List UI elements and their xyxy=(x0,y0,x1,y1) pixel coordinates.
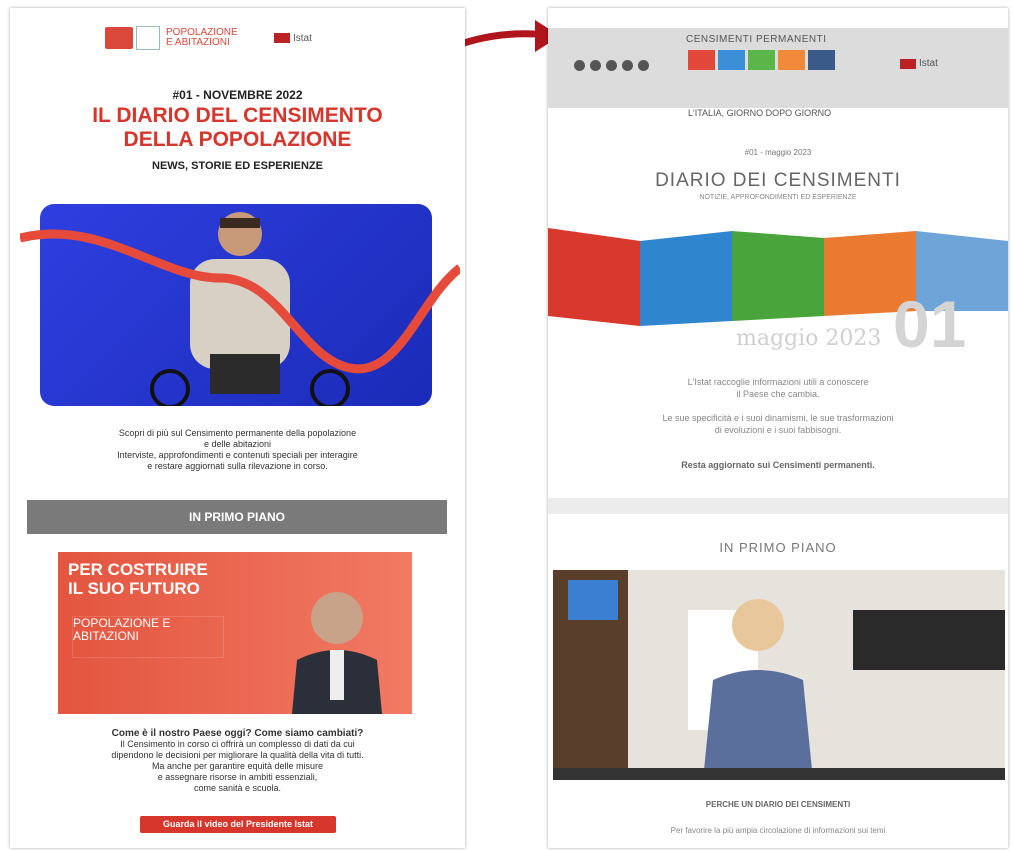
census-tiles xyxy=(688,50,838,70)
update-link[interactable]: Resta aggiornato sui Censimenti permanen… xyxy=(548,460,1008,470)
social-icon[interactable] xyxy=(590,60,601,71)
body-line: come sanità e scuola. xyxy=(193,783,282,793)
section-band: IN PRIMO PIANO xyxy=(27,500,447,534)
census-tile-icon xyxy=(688,50,715,70)
video-title-line: PER COSTRUIRE xyxy=(68,560,208,579)
intro-paragraph: Le sue specificità e i suoi dinamismi, l… xyxy=(578,412,978,436)
social-links xyxy=(574,60,654,71)
page-title: IL DIARIO DEL CENSIMENTO DELLA POPOLAZIO… xyxy=(10,104,465,152)
body-line: Il Censimento in corso ci offrirà un com… xyxy=(120,739,355,749)
newsletter-2023: CENSIMENTI PERMANENTI L'ITALIA, GIORNO D… xyxy=(548,8,1008,848)
census-icons xyxy=(136,26,160,50)
video-thumbnail[interactable] xyxy=(553,570,1005,780)
page-title: DIARIO DEI CENSIMENTI xyxy=(655,170,901,191)
video-title: PER COSTRUIRE IL SUO FUTURO xyxy=(68,560,208,598)
issue-number: #01 - maggio 2023 xyxy=(744,148,812,157)
istat-mark-icon xyxy=(274,33,290,43)
video-question: Come è il nostro Paese oggi? Come siamo … xyxy=(111,728,364,739)
intro-line: Le sue specificità e i suoi dinamismi, l… xyxy=(662,413,894,423)
intro-line: e delle abitazioni xyxy=(203,439,272,449)
header-logo[interactable]: POPOLAZIONE E ABITAZIONI Istat xyxy=(105,26,312,50)
census-logo-icon xyxy=(105,27,133,49)
office-photo xyxy=(553,570,1005,780)
logo-brand: POPOLAZIONE E ABITAZIONI xyxy=(166,27,238,48)
header-brand: CENSIMENTI PERMANENTI xyxy=(686,34,827,45)
istat-logo[interactable]: Istat xyxy=(274,33,312,44)
subtitle: NOTIZIE, APPROFONDIMENTI ED ESPERIENZE xyxy=(699,194,857,201)
body-line: Ma anche per garantire equità delle misu… xyxy=(151,761,324,771)
social-icon[interactable] xyxy=(606,60,617,71)
red-wave-decoration xyxy=(20,229,460,374)
issue-month: maggio 2023 xyxy=(736,326,882,351)
intro-line: L'Istat raccoglie informazioni utili a c… xyxy=(687,377,869,387)
section-title: IN PRIMO PIANO xyxy=(719,540,837,555)
video-thumbnail[interactable]: PER COSTRUIRE IL SUO FUTURO POPOLAZIONE … xyxy=(58,552,412,714)
istat-logo[interactable]: Istat xyxy=(900,58,938,69)
istat-label: Istat xyxy=(919,58,938,69)
intro-line: e restare aggiornati sulla rilevazione i… xyxy=(147,461,328,471)
social-icon[interactable] xyxy=(638,60,649,71)
census-tile-icon xyxy=(808,50,835,70)
subtitle: NEWS, STORIE ED ESPERIENZE xyxy=(152,160,323,172)
istat-label: Istat xyxy=(293,32,312,44)
census-tile-icon xyxy=(748,50,775,70)
social-icon[interactable] xyxy=(574,60,585,71)
header-tagline: L'ITALIA, GIORNO DOPO GIORNO xyxy=(688,108,832,118)
census-tile-icon xyxy=(778,50,805,70)
intro-line: Scopri di più sul Censimento permanente … xyxy=(118,428,357,438)
census-tile-icon xyxy=(718,50,745,70)
title-line-2: DELLA POPOLAZIONE xyxy=(123,128,352,151)
issue-big-number: 01 xyxy=(893,287,967,361)
video-brand: POPOLAZIONE E ABITAZIONI xyxy=(72,616,224,658)
title-line-1: IL DIARIO DEL CENSIMENTO xyxy=(92,104,383,127)
divider xyxy=(548,498,1008,514)
body-text: Per favorire la più ampia circolazione d… xyxy=(670,826,886,835)
section-title: IN PRIMO PIANO xyxy=(188,510,285,524)
video-description: Come è il nostro Paese oggi? Come siamo … xyxy=(40,728,435,794)
intro-line: Interviste, approfondimenti e contenuti … xyxy=(117,450,358,460)
social-icon[interactable] xyxy=(622,60,633,71)
body-line: e assegnare risorse in ambiti essenziali… xyxy=(157,772,318,782)
istat-mark-icon xyxy=(900,58,916,69)
intro-paragraph: L'Istat raccoglie informazioni utili a c… xyxy=(578,376,978,400)
body-line: dipendono le decisioni per migliorare la… xyxy=(111,750,364,760)
newsletter-2022: POPOLAZIONE E ABITAZIONI Istat #01 - NOV… xyxy=(10,8,465,848)
intro-text: Scopri di più sul Censimento permanente … xyxy=(50,428,425,472)
watch-video-button[interactable]: Guarda il video del Presidente Istat xyxy=(140,816,336,833)
section-heading: PERCHE UN DIARIO DEI CENSIMENTI xyxy=(705,800,851,809)
issue-number: #01 - NOVEMBRE 2022 xyxy=(172,88,303,102)
intro-line: di evoluzioni e i suoi fabbisogni. xyxy=(714,425,842,435)
intro-line: il Paese che cambia. xyxy=(736,389,820,399)
speaker-photo xyxy=(292,592,382,714)
video-title-line: IL SUO FUTURO xyxy=(68,579,200,598)
